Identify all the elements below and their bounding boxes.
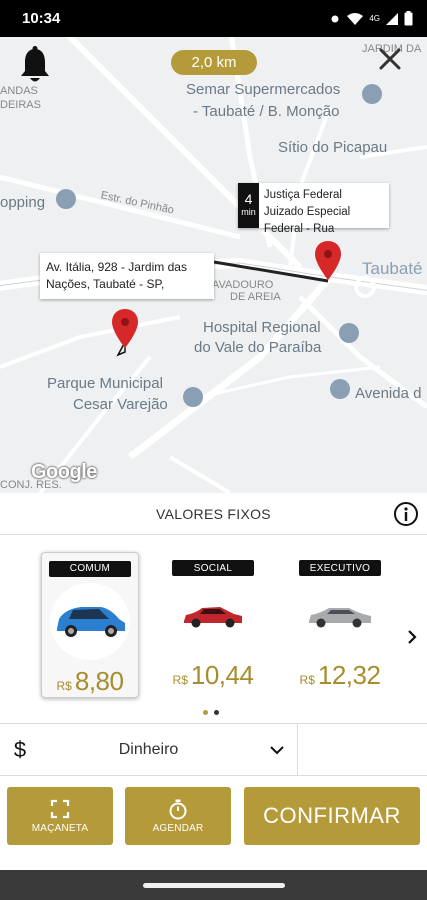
macaneta-button[interactable]: MAÇANETA	[7, 787, 113, 845]
destination-bubble[interactable]: 4 min Justiça Federal Juizado Especial F…	[238, 183, 389, 235]
eta-box: 4 min	[238, 183, 259, 228]
price-currency: R$	[172, 673, 188, 687]
car-price: R$ 10,44	[173, 660, 254, 691]
destination-text: Justiça Federal Juizado Especial Federal…	[263, 189, 351, 235]
eta-value: 4	[244, 190, 253, 207]
map-label-parque-sub: Cesar Varejão	[73, 396, 168, 413]
car-image	[50, 582, 130, 660]
destination-pin-icon[interactable]	[313, 240, 343, 282]
carousel-dots	[203, 710, 219, 715]
section-header: VALORES FIXOS	[0, 493, 427, 535]
signal-icon	[386, 12, 398, 25]
map-label-semar-sub: - Taubaté / B. Monção	[193, 103, 340, 120]
status-time: 10:34	[22, 10, 61, 27]
distance-badge: 2,0 km	[171, 50, 257, 75]
origin-pin-icon[interactable]	[110, 308, 140, 350]
map-label-avadouro: AVADOURO	[212, 279, 274, 291]
map-label-semar: Semar Supermercados	[186, 81, 341, 98]
payment-method-label: Dinheiro	[118, 741, 179, 758]
payment-row: $ Dinheiro	[0, 724, 427, 776]
close-icon[interactable]	[378, 47, 402, 71]
wifi-icon	[347, 12, 364, 25]
map-label-sitio: Sítio do Picapau	[278, 139, 388, 156]
chevron-right-icon[interactable]	[404, 628, 420, 646]
price-currency: R$	[56, 679, 72, 693]
status-icons: 4G	[329, 11, 413, 26]
action-bar: MAÇANETA AGENDAR CONFIRMAR	[0, 776, 427, 870]
map-label-hospital: Hospital Regional	[203, 319, 321, 336]
price-value: 10,44	[190, 660, 254, 690]
hatchback-car-icon	[57, 607, 125, 638]
car-image	[169, 586, 257, 646]
info-icon[interactable]	[393, 501, 419, 527]
agendar-button[interactable]: AGENDAR	[125, 787, 231, 845]
notification-dot-icon	[331, 15, 339, 22]
map-view[interactable]: Semar Supermercados - Taubaté / B. Monçã…	[0, 37, 427, 493]
map-label-mas: ANDAS	[0, 85, 38, 97]
car-option-social[interactable]: SOCIAL R$ 10,44	[164, 552, 262, 698]
payment-method-select[interactable]: $ Dinheiro	[0, 724, 298, 776]
car-option-executivo[interactable]: EXECUTIVO R$ 12,32	[291, 552, 389, 698]
fullscreen-icon	[50, 799, 70, 819]
payment-empty-field[interactable]	[298, 724, 427, 775]
google-logo: Google	[31, 461, 97, 483]
price-value: 8,80	[74, 666, 124, 696]
dollar-icon: $	[13, 737, 27, 762]
map-label-hospital-sub: do Vale do Paraíba	[194, 339, 322, 356]
system-nav-bar	[0, 870, 427, 900]
battery-icon	[404, 11, 413, 26]
car-image	[296, 586, 384, 646]
sedan-car-icon	[184, 607, 242, 628]
price-value: 12,32	[317, 660, 381, 690]
macaneta-label: MAÇANETA	[31, 823, 89, 834]
executive-car-icon	[309, 608, 371, 628]
confirm-button[interactable]: CONFIRMAR	[244, 787, 420, 845]
carousel-dot-active	[203, 710, 208, 715]
stopwatch-icon	[169, 799, 187, 820]
map-label-avenida: Avenida d	[355, 385, 422, 402]
network-type: 4G	[369, 14, 380, 23]
car-tag: SOCIAL	[172, 560, 254, 576]
car-options: COMUM R$ 8,80 SOCIAL R$ 10,44 EXECUTIVO …	[0, 536, 427, 724]
carousel-dot	[214, 710, 219, 715]
map-label-deiras: DEIRAS	[0, 99, 41, 111]
car-price: R$ 8,80	[57, 666, 124, 697]
map-label-parque: Parque Municipal	[47, 375, 163, 392]
map-label-taubate: Taubaté	[362, 259, 423, 278]
map-label-shopping: opping	[0, 194, 46, 211]
car-tag: COMUM	[49, 561, 131, 577]
price-currency: R$	[299, 673, 315, 687]
car-price: R$ 12,32	[300, 660, 381, 691]
status-bar: 10:34 4G	[0, 0, 427, 37]
map-label-areia: DE AREIA	[230, 291, 281, 303]
bell-icon[interactable]	[18, 45, 52, 85]
origin-bubble[interactable]: Av. Itália, 928 - Jardim das Nações, Tau…	[40, 253, 214, 299]
car-tag: EXECUTIVO	[299, 560, 381, 576]
chevron-down-icon	[257, 745, 297, 755]
home-handle[interactable]	[142, 882, 285, 888]
car-option-comum[interactable]: COMUM R$ 8,80	[41, 552, 139, 698]
agendar-label: AGENDAR	[152, 823, 204, 834]
section-title: VALORES FIXOS	[156, 505, 271, 522]
eta-unit: min	[241, 206, 256, 217]
